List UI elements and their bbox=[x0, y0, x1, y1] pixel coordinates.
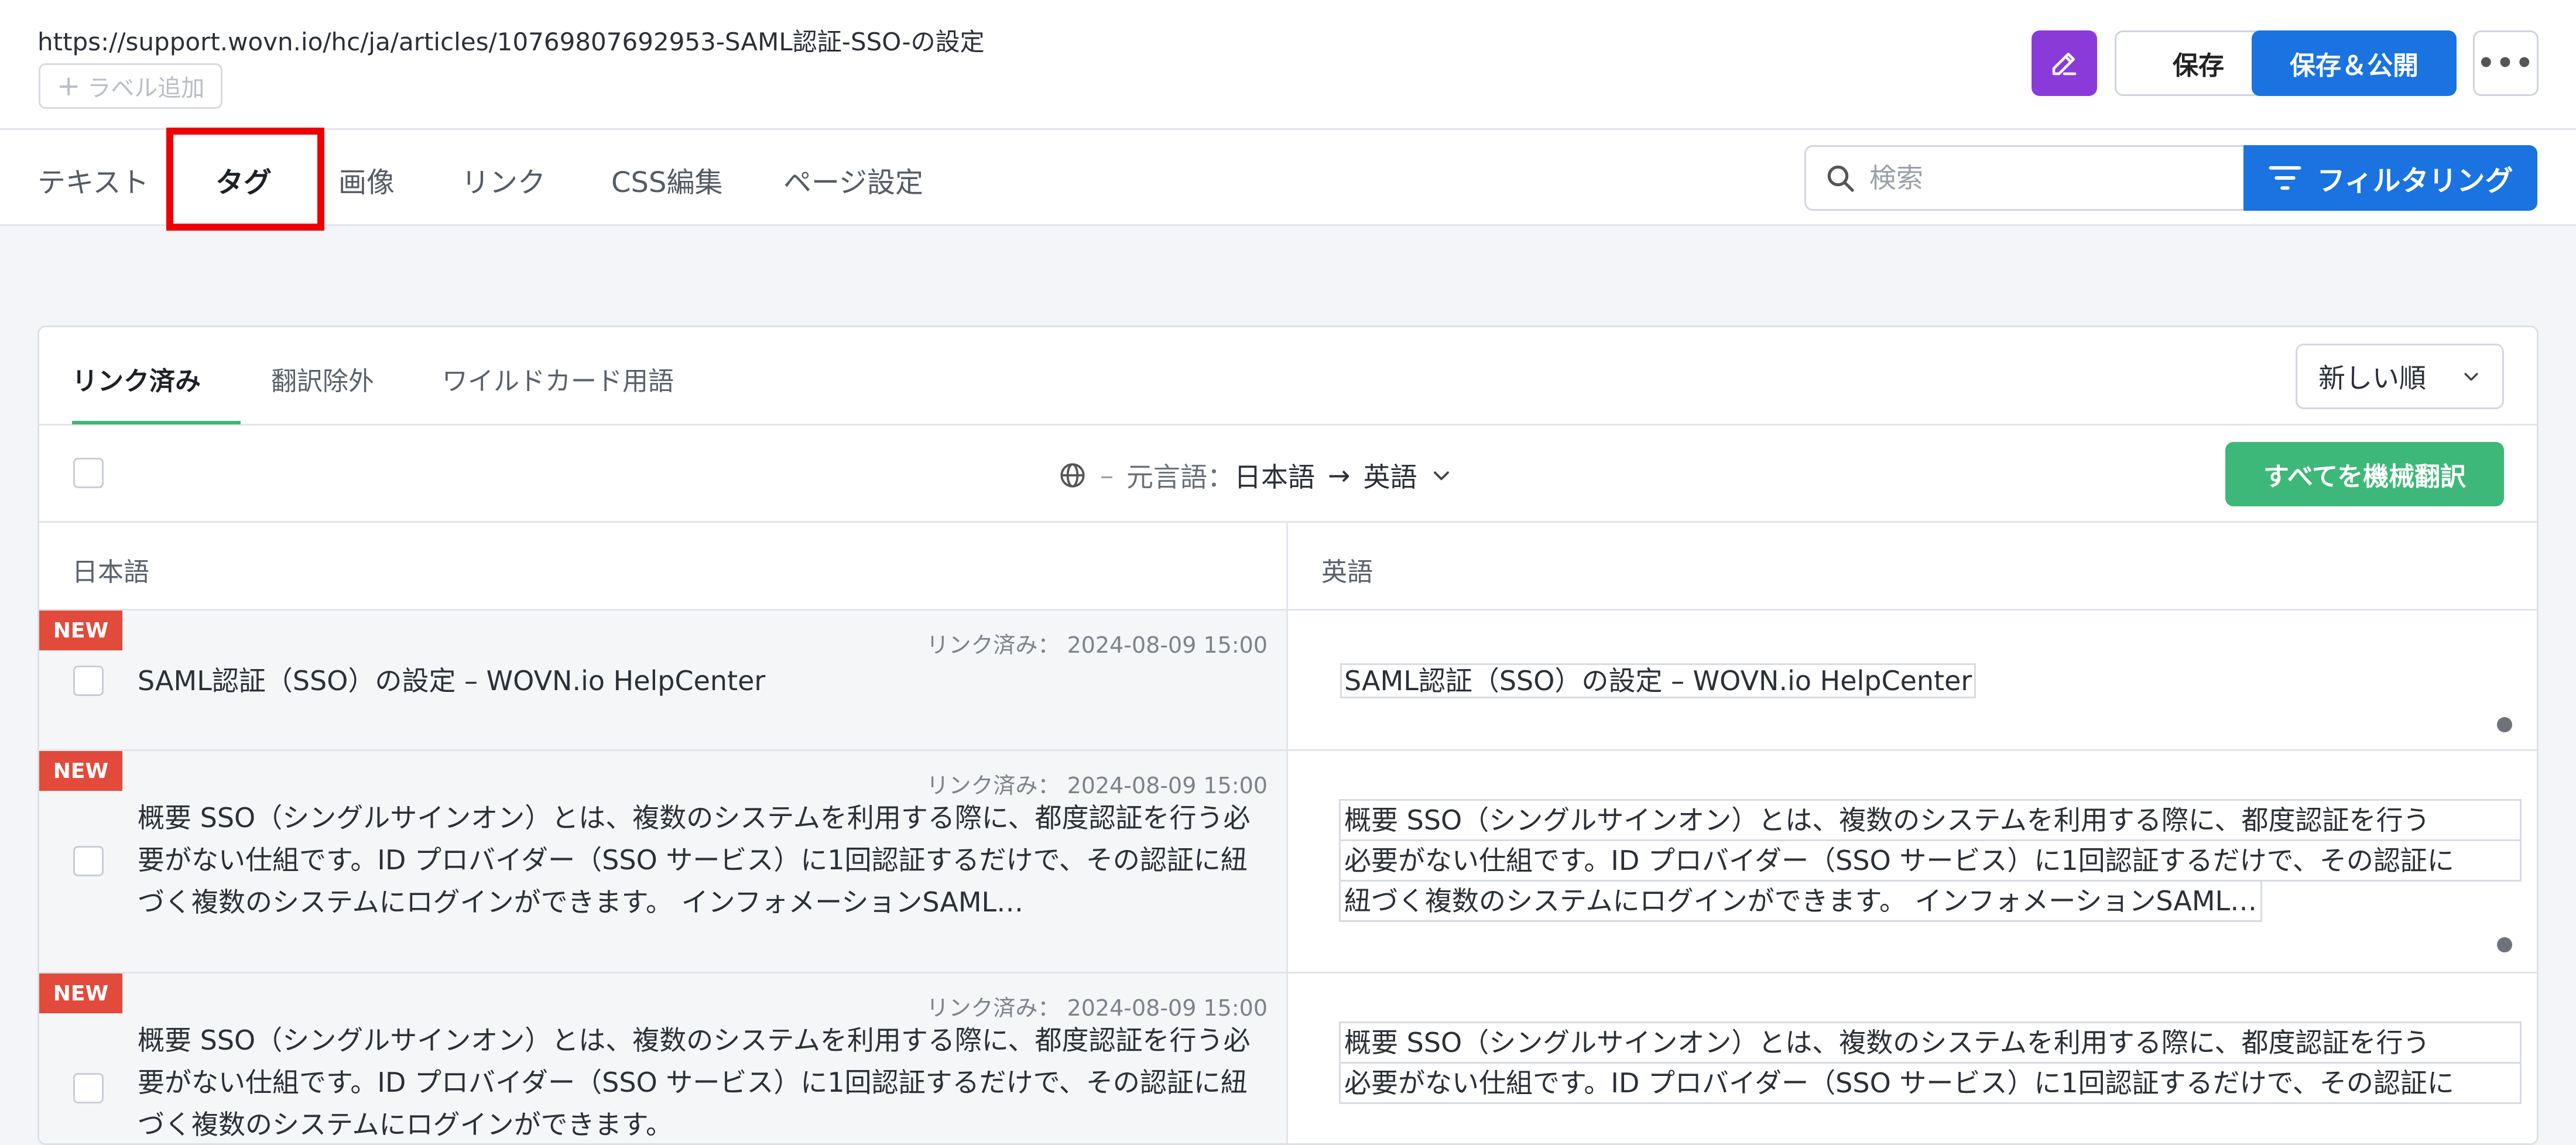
linked-timestamp: リンク済み： 2024-08-09 15:00 bbox=[926, 995, 1268, 1021]
save-and-publish-button[interactable]: 保存＆公開 bbox=[2252, 30, 2457, 96]
status-subtabs: リンク済み 翻訳除外 ワイルドカード用語 新しい順 bbox=[39, 327, 2537, 426]
search-input[interactable] bbox=[1868, 162, 2222, 194]
target-text-line[interactable]: 必要がない仕組です。ID プロバイダー（SSO サービス）に1回認証するだけで、… bbox=[1339, 1064, 2522, 1104]
add-label-button[interactable]: + ラベル追加 bbox=[39, 63, 223, 109]
tab-links[interactable]: リンク bbox=[461, 159, 546, 200]
tab-css-edit[interactable]: CSS編集 bbox=[611, 159, 722, 200]
row-checkbox[interactable] bbox=[73, 666, 104, 696]
status-dot bbox=[2497, 937, 2512, 952]
tab-images[interactable]: 画像 bbox=[338, 159, 395, 200]
filter-button[interactable]: フィルタリング bbox=[2243, 145, 2537, 211]
source-language: 日本語 bbox=[1234, 461, 1315, 493]
page-url: https://support.wovn.io/hc/ja/articles/1… bbox=[37, 28, 985, 56]
subtab-wildcard[interactable]: ワイルドカード用語 bbox=[442, 360, 674, 397]
target-text-cell[interactable]: 概要 SSO（シングルサインオン）とは、複数のシステムを利用する際に、都度認証を… bbox=[1339, 799, 2522, 922]
language-pair-selector[interactable]: – 元言語：日本語 → 英語 bbox=[1058, 455, 1453, 496]
pencil-icon bbox=[2052, 53, 2077, 76]
target-column-header: 英語 bbox=[1321, 557, 1373, 587]
new-badge: NEW bbox=[39, 611, 122, 650]
chevron-down-icon bbox=[2464, 373, 2478, 381]
column-headers: 日本語 英語 bbox=[39, 523, 2537, 611]
row-checkbox[interactable] bbox=[73, 846, 104, 876]
source-cell: NEW リンク済み： 2024-08-09 15:00 SAML認証（SSO）の… bbox=[39, 611, 1286, 749]
linked-timestamp: リンク済み： 2024-08-09 15:00 bbox=[926, 632, 1268, 658]
new-badge: NEW bbox=[39, 973, 122, 1013]
new-badge: NEW bbox=[39, 751, 122, 791]
add-label-text: ラベル追加 bbox=[87, 75, 205, 102]
status-dot bbox=[2497, 717, 2512, 732]
arrow-icon: → bbox=[1328, 460, 1351, 491]
target-language: 英語 bbox=[1363, 461, 1417, 493]
active-subtab-indicator bbox=[72, 421, 241, 424]
subtab-linked[interactable]: リンク済み bbox=[72, 360, 201, 397]
source-text: SAML認証（SSO）の設定 – WOVN.io HelpCenter bbox=[138, 665, 766, 697]
globe-icon bbox=[1060, 463, 1085, 488]
linked-timestamp: リンク済み： 2024-08-09 15:00 bbox=[926, 773, 1268, 798]
tab-page-settings[interactable]: ページ設定 bbox=[783, 159, 923, 200]
subtab-excluded[interactable]: 翻訳除外 bbox=[271, 360, 374, 397]
target-text-line[interactable]: 紐づく複数のシステムにログインができます。 インフォメーションSAML… bbox=[1339, 882, 2263, 922]
source-cell: NEW リンク済み： 2024-08-09 15:00 概要 SSO（シングルサ… bbox=[39, 751, 1286, 972]
target-text-line[interactable]: 概要 SSO（シングルサインオン）とは、複数のシステムを利用する際に、都度認証を… bbox=[1339, 799, 2522, 841]
tab-text[interactable]: テキスト bbox=[37, 159, 149, 200]
sort-select[interactable]: 新しい順 bbox=[2296, 344, 2504, 409]
sort-select-value: 新しい順 bbox=[2318, 362, 2426, 394]
table-row: NEW リンク済み： 2024-08-09 15:00 SAML認証（SSO）の… bbox=[39, 611, 2537, 751]
column-divider bbox=[1286, 523, 1288, 1143]
filter-label: フィルタリング bbox=[2317, 164, 2513, 197]
search-field[interactable] bbox=[1804, 145, 2245, 211]
source-text: 概要 SSO（シングルサインオン）とは、複数のシステムを利用する際に、都度認証を… bbox=[138, 1024, 1251, 1140]
table-row: NEW リンク済み： 2024-08-09 15:00 概要 SSO（シングルサ… bbox=[39, 751, 2537, 973]
language-bar: – 元言語：日本語 → 英語 すべてを機械翻訳 bbox=[39, 426, 2537, 523]
tab-highlight-box bbox=[166, 128, 324, 231]
source-language-label: 元言語： bbox=[1126, 461, 1234, 493]
tags-panel: リンク済み 翻訳除外 ワイルドカード用語 新しい順 – 元言語：日本語 → 英語… bbox=[37, 325, 2539, 1145]
top-header: https://support.wovn.io/hc/ja/articles/1… bbox=[0, 0, 2576, 130]
language-dash: – bbox=[1100, 460, 1114, 491]
select-all-checkbox[interactable] bbox=[73, 458, 104, 488]
filter-icon bbox=[2269, 166, 2301, 190]
target-text-cell[interactable]: 概要 SSO（シングルサインオン）とは、複数のシステムを利用する際に、都度認証を… bbox=[1339, 1021, 2522, 1104]
target-text[interactable]: SAML認証（SSO）の設定 – WOVN.io HelpCenter bbox=[1340, 663, 1976, 698]
target-text-line[interactable]: 概要 SSO（シングルサインオン）とは、複数のシステムを利用する際に、都度認証を… bbox=[1339, 1021, 2522, 1064]
source-column-header: 日本語 bbox=[72, 557, 149, 587]
table-row: NEW リンク済み： 2024-08-09 15:00 概要 SSO（シングルサ… bbox=[39, 973, 2537, 1143]
search-icon bbox=[1827, 165, 1854, 192]
source-cell: NEW リンク済み： 2024-08-09 15:00 概要 SSO（シングルサ… bbox=[39, 973, 1286, 1143]
machine-translate-all-button[interactable]: すべてを機械翻訳 bbox=[2225, 442, 2504, 506]
target-text-line[interactable]: 必要がない仕組です。ID プロバイダー（SSO サービス）に1回認証するだけで、… bbox=[1339, 841, 2522, 882]
edit-button[interactable] bbox=[2032, 30, 2097, 96]
row-checkbox[interactable] bbox=[73, 1073, 104, 1103]
source-text: 概要 SSO（シングルサインオン）とは、複数のシステムを利用する際に、都度認証を… bbox=[138, 802, 1251, 918]
plus-icon: + bbox=[57, 70, 81, 102]
target-text-cell[interactable]: SAML認証（SSO）の設定 – WOVN.io HelpCenter bbox=[1340, 660, 2517, 702]
more-options-button[interactable]: ••• bbox=[2473, 30, 2539, 96]
chevron-down-icon bbox=[1433, 471, 1449, 481]
